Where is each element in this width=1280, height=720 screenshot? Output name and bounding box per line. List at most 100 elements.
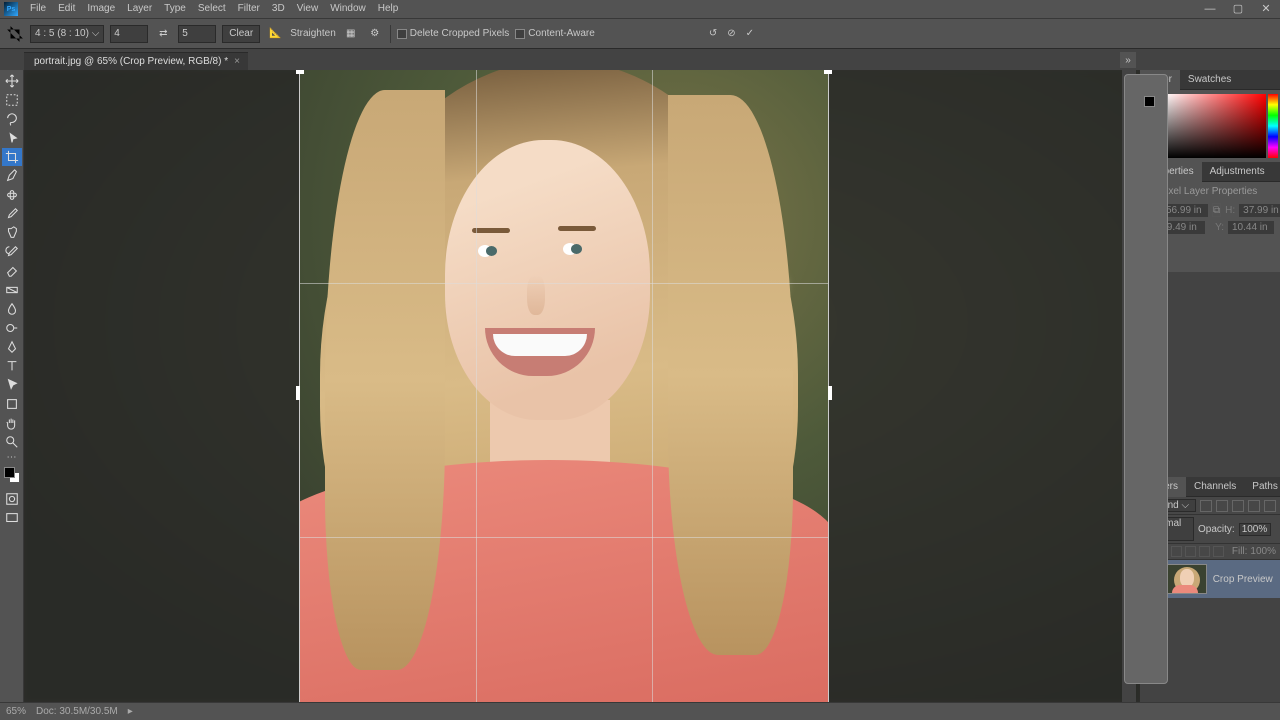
properties-heading: Pixel Layer Properties (1159, 186, 1257, 197)
vertical-scrollbar[interactable] (1122, 70, 1136, 702)
eyedropper-tool[interactable] (2, 167, 22, 185)
zoom-tool[interactable] (2, 433, 22, 451)
link-wh-icon[interactable]: ⧉ (1212, 203, 1221, 217)
hand-tool[interactable] (2, 414, 22, 432)
prop-height[interactable]: 37.99 in (1239, 204, 1280, 217)
crop-width-input[interactable] (110, 25, 148, 43)
menu-3d[interactable]: 3D (266, 0, 291, 18)
filter-smart-icon[interactable] (1264, 500, 1276, 512)
crop-tool-icon (6, 25, 24, 43)
crop-handle[interactable] (824, 70, 832, 74)
zoom-level[interactable]: 65% (6, 706, 26, 717)
ratio-preset-select[interactable]: 4 : 5 (8 : 10) ⌵ (30, 25, 104, 43)
close-button[interactable]: ✕ (1252, 0, 1280, 18)
menu-view[interactable]: View (291, 0, 325, 18)
paths-tab[interactable]: Paths (1244, 477, 1280, 497)
menu-help[interactable]: Help (372, 0, 405, 18)
channels-tab[interactable]: Channels (1186, 477, 1244, 497)
healing-tool[interactable] (2, 186, 22, 204)
menu-image[interactable]: Image (81, 0, 121, 18)
pen-tool[interactable] (2, 338, 22, 356)
menu-file[interactable]: File (24, 0, 52, 18)
menu-filter[interactable]: Filter (232, 0, 266, 18)
close-tab-icon[interactable]: × (234, 56, 240, 67)
crop-box[interactable] (300, 70, 828, 702)
app-icon: Ps (4, 2, 18, 16)
filter-type-icon[interactable] (1232, 500, 1244, 512)
swap-icon[interactable]: ⇄ (154, 25, 172, 43)
menu-edit[interactable]: Edit (52, 0, 81, 18)
layer-name[interactable]: Crop Preview (1213, 574, 1273, 585)
crop-gridline (476, 70, 477, 702)
type-tool[interactable] (2, 357, 22, 375)
eraser-tool[interactable] (2, 262, 22, 280)
menu-type[interactable]: Type (158, 0, 192, 18)
adjustments-tab[interactable]: Adjustments (1202, 162, 1273, 182)
straighten-icon[interactable]: 📐 (266, 25, 284, 43)
history-brush-tool[interactable] (2, 243, 22, 261)
menu-layer[interactable]: Layer (121, 0, 158, 18)
crop-handle[interactable] (296, 70, 304, 74)
screenmode-tool[interactable] (2, 509, 22, 527)
prop-width[interactable]: 56.99 in (1162, 204, 1208, 217)
swatches-tab[interactable]: Swatches (1180, 70, 1239, 90)
clone-tool[interactable] (2, 224, 22, 242)
commit-crop-icon[interactable]: ✓ (746, 28, 754, 39)
document-tab-bar: portrait.jpg @ 65% (Crop Preview, RGB/8)… (0, 48, 1280, 70)
tools-panel: ⋯ (0, 70, 24, 702)
filter-pixel-icon[interactable] (1200, 500, 1212, 512)
straighten-label[interactable]: Straighten (290, 28, 336, 39)
menu-select[interactable]: Select (192, 0, 232, 18)
crop-gridline (652, 70, 653, 702)
overlay-icon[interactable]: ▦ (342, 25, 360, 43)
menu-bar: Ps File Edit Image Layer Type Select Fil… (0, 0, 1280, 18)
filter-shape-icon[interactable] (1248, 500, 1260, 512)
quickmask-tool[interactable] (2, 490, 22, 508)
layer-thumbnail[interactable] (1163, 564, 1207, 594)
hue-slider[interactable] (1268, 94, 1278, 158)
path-select-tool[interactable] (2, 376, 22, 394)
gradient-tool[interactable] (2, 281, 22, 299)
color-swatch[interactable] (4, 467, 20, 483)
panel-collapse-icon[interactable]: » (1120, 52, 1136, 68)
crop-handle[interactable] (296, 386, 300, 400)
brush-tool[interactable] (2, 205, 22, 223)
maximize-button[interactable]: ▢ (1224, 0, 1252, 18)
clear-button[interactable]: Clear (222, 25, 260, 43)
reset-crop-icon[interactable]: ↺ (709, 28, 717, 39)
edit-toolbar[interactable]: ⋯ (2, 452, 22, 462)
document-tab-title: portrait.jpg @ 65% (Crop Preview, RGB/8)… (34, 56, 228, 67)
document-tab[interactable]: portrait.jpg @ 65% (Crop Preview, RGB/8)… (24, 52, 248, 70)
content-aware-checkbox[interactable]: Content-Aware (515, 28, 595, 39)
settings-icon[interactable]: ⚙ (366, 25, 384, 43)
move-tool[interactable] (2, 72, 22, 90)
opacity-input[interactable]: 100% (1239, 523, 1271, 536)
canvas[interactable] (24, 70, 1140, 702)
lock-pixels-icon[interactable] (1171, 546, 1182, 557)
crop-height-input[interactable] (178, 25, 216, 43)
minimize-button[interactable]: — (1196, 0, 1224, 18)
lasso-tool[interactable] (2, 110, 22, 128)
delete-cropped-checkbox[interactable]: Delete Cropped Pixels (397, 28, 510, 39)
color-picker[interactable] (1164, 94, 1266, 158)
cancel-crop-icon[interactable]: ⊘ (727, 28, 735, 39)
menu-window[interactable]: Window (324, 0, 372, 18)
filter-adjust-icon[interactable] (1216, 500, 1228, 512)
prop-y[interactable]: 10.44 in (1228, 221, 1274, 234)
status-bar: 65% Doc: 30.5M/30.5M ▸ (0, 702, 1280, 720)
shape-tool[interactable] (2, 395, 22, 413)
blur-tool[interactable] (2, 300, 22, 318)
crop-gridline (300, 537, 828, 538)
options-bar: 4 : 5 (8 : 10) ⌵ ⇄ Clear 📐 Straighten ▦ … (0, 18, 1280, 48)
lock-all-icon[interactable] (1213, 546, 1224, 557)
dodge-tool[interactable] (2, 319, 22, 337)
doc-size[interactable]: Doc: 30.5M/30.5M (36, 706, 118, 717)
marquee-tool[interactable] (2, 91, 22, 109)
quick-select-tool[interactable] (2, 129, 22, 147)
fill-input[interactable]: 100% (1250, 546, 1276, 557)
crop-handle[interactable] (828, 386, 832, 400)
status-arrow-icon[interactable]: ▸ (128, 706, 133, 717)
lock-position-icon[interactable] (1185, 546, 1196, 557)
crop-tool[interactable] (2, 148, 22, 166)
lock-artboard-icon[interactable] (1199, 546, 1210, 557)
